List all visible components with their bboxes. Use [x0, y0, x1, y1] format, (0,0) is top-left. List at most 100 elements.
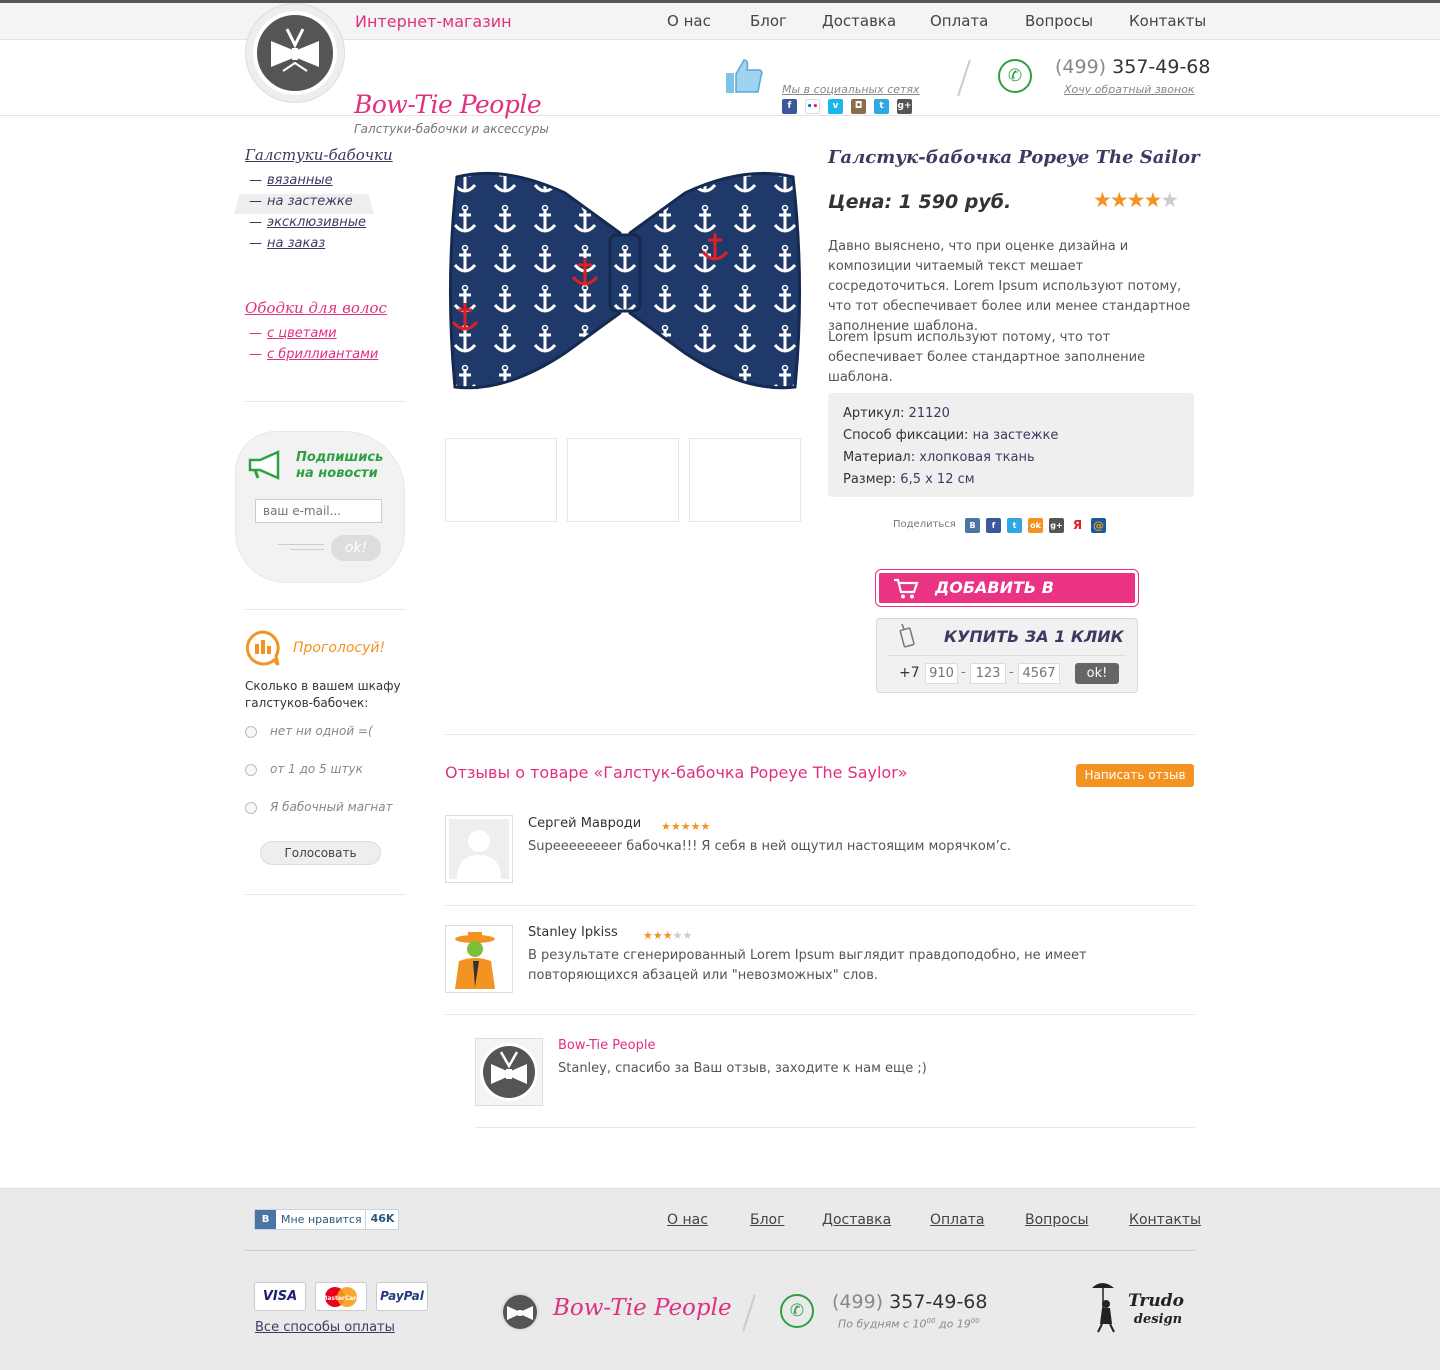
- product-thumbnail-3[interactable]: [689, 438, 801, 522]
- review-text-2: В результате сгенерированный Lorem Ipsum…: [528, 948, 1087, 983]
- callback-link[interactable]: Хочу обратный звонок: [1064, 83, 1195, 96]
- product-thumbnail-1[interactable]: [445, 438, 557, 522]
- sidebar-item-exclusive[interactable]: — эксклюзивные: [249, 215, 366, 230]
- vote-button[interactable]: Голосовать: [260, 841, 381, 865]
- footer-brand[interactable]: Bow-Tie People: [553, 1295, 732, 1321]
- like-label: Мне нравится: [281, 1213, 362, 1226]
- star-filled-icon: ★: [661, 820, 671, 833]
- visa-badge: VISA: [254, 1282, 306, 1311]
- reply-text: Stanley, спасибо за Ваш отзыв, заходите …: [558, 1061, 927, 1076]
- reviews-title: Отзывы о товаре «Галстук-бабочка Popeye …: [445, 763, 908, 782]
- nav-faq[interactable]: Вопросы: [1025, 12, 1093, 30]
- footer-nav-payment[interactable]: Оплата: [930, 1212, 984, 1228]
- cart-icon: [894, 578, 919, 599]
- vimeo-icon[interactable]: v: [828, 99, 843, 114]
- divider: [475, 1127, 1195, 1128]
- divider: [957, 59, 971, 97]
- divider: [245, 401, 405, 402]
- vk-icon: B: [255, 1210, 276, 1229]
- product-image[interactable]: [445, 163, 805, 403]
- divider: [245, 894, 405, 895]
- poll-radio-3[interactable]: [245, 802, 257, 814]
- flickr-icon[interactable]: ••: [805, 99, 820, 114]
- avatar: [475, 1038, 543, 1106]
- subscribe-email-input[interactable]: [255, 499, 382, 523]
- product-thumbnail-2[interactable]: [567, 438, 679, 522]
- logo[interactable]: [245, 3, 345, 103]
- phone-part2-input[interactable]: [1018, 663, 1060, 684]
- facebook-icon[interactable]: f: [782, 99, 797, 114]
- star-filled-icon: ★: [1126, 188, 1146, 212]
- write-review-button[interactable]: Написать отзыв: [1076, 764, 1194, 787]
- divider: [445, 1014, 1195, 1015]
- sidebar-item-custom[interactable]: — на заказ: [249, 236, 325, 251]
- star-filled-icon: ★: [1143, 188, 1162, 212]
- nav-about[interactable]: О нас: [667, 12, 711, 30]
- social-caption-link[interactable]: Мы в социальных сетях: [782, 83, 920, 96]
- phone-code-input[interactable]: [925, 663, 958, 684]
- footer-logo-icon: [501, 1293, 539, 1331]
- subscribe-ok-button[interactable]: ok!: [331, 535, 381, 561]
- like-thumb-icon: [726, 59, 763, 93]
- avatar: [445, 815, 513, 883]
- poll-radio-2[interactable]: [245, 764, 257, 776]
- divider: [245, 1250, 1195, 1251]
- footer-nav-contacts[interactable]: Контакты: [1129, 1212, 1201, 1228]
- poll-icon: [245, 630, 280, 666]
- star-filled-icon: ★: [643, 929, 653, 942]
- phone-part1-input[interactable]: [970, 663, 1006, 684]
- all-payments-link[interactable]: Все способы оплаты: [255, 1320, 395, 1335]
- tagline: Галстуки-бабочки и аксессуры: [354, 122, 549, 136]
- review-rating-1: ★★★★★: [661, 815, 710, 834]
- poll-radio-1[interactable]: [245, 726, 257, 738]
- review-rating-2: ★★★★★: [643, 924, 692, 943]
- divider: [245, 609, 405, 610]
- poll-option-2: от 1 до 5 штук: [270, 762, 363, 776]
- star-filled-icon: ★: [680, 820, 691, 833]
- spec-sku: Артикул: 21120: [843, 406, 950, 421]
- googleplus-icon[interactable]: g+: [1049, 518, 1064, 533]
- footer-nav-about[interactable]: О нас: [667, 1212, 708, 1228]
- brand-name[interactable]: Bow-Tie People: [354, 90, 542, 119]
- header-phone: (499) 357-49-68: [1055, 56, 1211, 78]
- footer-nav-faq[interactable]: Вопросы: [1025, 1212, 1089, 1228]
- speed-line: [278, 544, 324, 545]
- twitter-icon[interactable]: t: [874, 99, 889, 114]
- bowtie-logo-icon: [271, 28, 319, 72]
- sidebar-item-knitted[interactable]: — вязанные: [249, 173, 333, 188]
- nav-blog[interactable]: Блог: [750, 12, 787, 30]
- vk-icon[interactable]: B: [965, 518, 980, 533]
- star-filled-icon: ★: [670, 820, 681, 833]
- shop-label: Интернет-магазин: [355, 12, 512, 31]
- sidebar-item-clasp[interactable]: — на застежке: [249, 194, 353, 209]
- user-photo: [449, 929, 509, 989]
- category-bowties[interactable]: Галстуки-бабочки: [245, 146, 393, 164]
- default-user-icon: [449, 819, 509, 879]
- category-headbands[interactable]: Ободки для волос: [245, 299, 387, 317]
- googleplus-icon[interactable]: g+: [897, 99, 912, 114]
- twitter-icon[interactable]: t: [1007, 518, 1022, 533]
- nav-payment[interactable]: Оплата: [930, 12, 988, 30]
- nav-contacts[interactable]: Контакты: [1129, 12, 1206, 30]
- vk-like-widget[interactable]: B Мне нравится 46K: [254, 1209, 399, 1230]
- instagram-icon[interactable]: ◘: [851, 99, 866, 114]
- avatar: [445, 925, 513, 993]
- sidebar-item-diamonds[interactable]: — с бриллиантами: [249, 347, 378, 362]
- one-click-ok-button[interactable]: ok!: [1075, 663, 1119, 684]
- ya-icon[interactable]: Я: [1070, 518, 1085, 533]
- spec-material: Материал: хлопковая ткань: [843, 450, 1035, 465]
- mail-icon[interactable]: @: [1091, 518, 1106, 533]
- footer-nav-blog[interactable]: Блог: [750, 1212, 784, 1228]
- star-filled-icon: ★: [1109, 188, 1129, 212]
- phone-icon: ✆: [780, 1294, 814, 1328]
- star-filled-icon: ★: [652, 929, 663, 942]
- nav-delivery[interactable]: Доставка: [822, 12, 896, 30]
- footer-nav-delivery[interactable]: Доставка: [822, 1212, 891, 1228]
- odnoklassniki-icon[interactable]: ok: [1028, 518, 1043, 533]
- facebook-icon[interactable]: f: [986, 518, 1001, 533]
- star-empty-icon: ★: [1160, 188, 1179, 212]
- sidebar-item-flowers[interactable]: — с цветами: [249, 326, 337, 341]
- star-filled-icon: ★: [662, 929, 673, 942]
- working-hours: По будням с 1000 до 1900: [838, 1317, 980, 1331]
- star-empty-icon: ★: [682, 929, 693, 942]
